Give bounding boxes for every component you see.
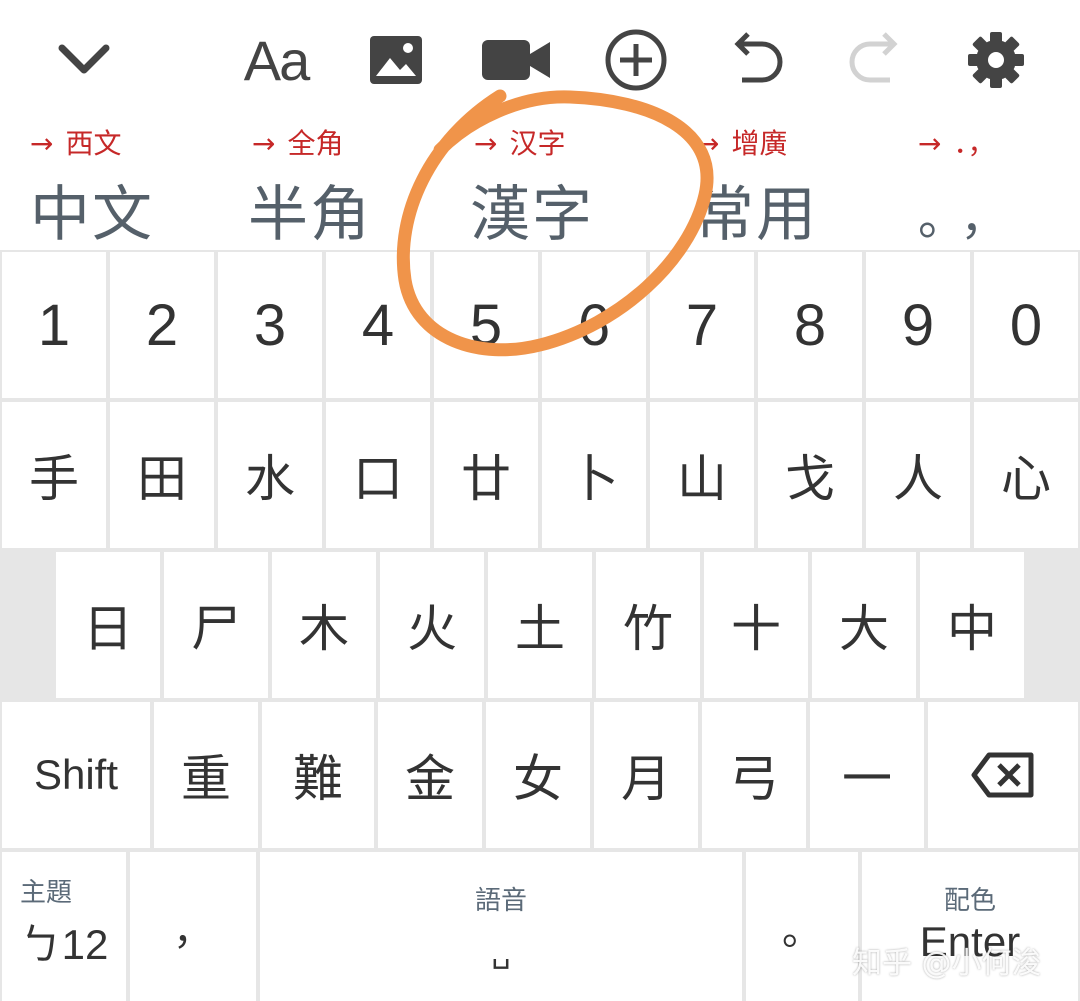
- key-row2[interactable]: 火: [380, 552, 484, 698]
- key-row2[interactable]: 中: [920, 552, 1024, 698]
- mode-hint-text: 全角: [287, 127, 344, 160]
- voice-sublabel: 語音: [474, 886, 527, 916]
- key-row1[interactable]: 山: [650, 402, 754, 548]
- hint-arrow: →: [696, 127, 720, 160]
- key-row3[interactable]: 一: [810, 702, 924, 848]
- mode-traditional[interactable]: → 汉字 漢字: [470, 118, 674, 250]
- key-row3[interactable]: 重: [154, 702, 258, 848]
- mode-hint: → 增廣: [696, 122, 787, 162]
- add-button[interactable]: [596, 22, 676, 98]
- hint-arrow: →: [252, 127, 276, 160]
- undo-icon: [734, 32, 783, 83]
- video-camera-icon: [482, 40, 550, 80]
- key-5[interactable]: 5: [434, 252, 538, 398]
- mode-hint-text: 西文: [65, 127, 122, 160]
- mode-hint-text: ．，: [953, 127, 996, 160]
- key-4[interactable]: 4: [326, 252, 430, 398]
- key-row1[interactable]: 口: [326, 402, 430, 548]
- key-3[interactable]: 3: [218, 252, 322, 398]
- key-row1[interactable]: 手: [2, 402, 106, 548]
- undo-button[interactable]: [716, 22, 796, 98]
- key-row2[interactable]: 竹: [596, 552, 700, 698]
- key-row2[interactable]: 土: [488, 552, 592, 698]
- video-button[interactable]: [476, 22, 556, 98]
- mode-hint: → ．，: [918, 122, 995, 162]
- chevron-down-icon: [58, 44, 110, 74]
- comma-label: ，: [173, 907, 213, 954]
- mode-label: 常用: [694, 180, 818, 250]
- theme-sublabel: 主題: [20, 878, 73, 908]
- key-1[interactable]: 1: [2, 252, 106, 398]
- key-row2[interactable]: 大: [812, 552, 916, 698]
- hint-arrow: →: [918, 127, 942, 160]
- image-icon: [370, 36, 422, 84]
- mode-label: 中文: [30, 180, 154, 250]
- key-row2[interactable]: 十: [704, 552, 808, 698]
- key-row1[interactable]: 水: [218, 402, 322, 548]
- key-row3[interactable]: 月: [594, 702, 698, 848]
- mode-halfwidth[interactable]: → 全角 半角: [248, 118, 452, 250]
- key-row2[interactable]: 木: [272, 552, 376, 698]
- key-6[interactable]: 6: [542, 252, 646, 398]
- mode-hint-text: 增廣: [731, 127, 788, 160]
- keyboard-toolbar: Aa: [0, 0, 1080, 118]
- key-row2[interactable]: 日: [56, 552, 160, 698]
- hint-arrow: →: [30, 127, 54, 160]
- add-circle-icon: [605, 29, 667, 91]
- key-9[interactable]: 9: [866, 252, 970, 398]
- settings-button[interactable]: [956, 22, 1036, 98]
- key-row1[interactable]: 卜: [542, 402, 646, 548]
- collapse-keyboard-button[interactable]: [44, 22, 124, 98]
- mode-hint: → 西文: [30, 122, 121, 162]
- key-row3[interactable]: 金: [378, 702, 482, 848]
- image-button[interactable]: [356, 22, 436, 98]
- redo-button[interactable]: [836, 22, 916, 98]
- mode-hint-text: 汉字: [509, 127, 566, 160]
- key-row1[interactable]: 田: [110, 402, 214, 548]
- mode-label: 半角: [248, 180, 372, 250]
- key-2[interactable]: 2: [110, 252, 214, 398]
- mode-switch-row: → 西文 中文 → 全角 半角 → 汉字 漢字 → 增廣 常用 → ．， 。，: [0, 118, 1080, 250]
- mode-label: 漢字: [470, 180, 594, 250]
- comma-key[interactable]: ，: [130, 852, 256, 1001]
- mode-chinese[interactable]: → 西文 中文: [30, 118, 230, 250]
- key-row1[interactable]: 廿: [434, 402, 538, 548]
- key-row3[interactable]: 弓: [702, 702, 806, 848]
- theme-switch-key[interactable]: 主題 ㄅ12: [2, 852, 126, 1001]
- period-key[interactable]: 。: [746, 852, 858, 1001]
- mode-hint: → 汉字: [474, 122, 565, 162]
- mode-label: 。，: [918, 190, 1027, 246]
- mode-hint: → 全角: [252, 122, 343, 162]
- redo-icon: [849, 32, 898, 83]
- mode-common[interactable]: → 增廣 常用: [694, 118, 896, 250]
- key-row1[interactable]: 人: [866, 402, 970, 548]
- font-button[interactable]: Aa: [236, 22, 316, 98]
- backspace-icon: [971, 752, 1034, 798]
- key-7[interactable]: 7: [650, 252, 754, 398]
- color-sublabel: 配色: [943, 886, 996, 916]
- backspace-key[interactable]: [928, 702, 1078, 848]
- font-label: Aa: [243, 28, 310, 92]
- space-symbol: ␣: [491, 935, 511, 970]
- key-row2[interactable]: 尸: [164, 552, 268, 698]
- mode-punctuation[interactable]: → ．， 。，: [918, 118, 1080, 250]
- key-row3[interactable]: 難: [262, 702, 374, 848]
- key-row3[interactable]: 女: [486, 702, 590, 848]
- watermark: 知乎 @小何浚: [852, 946, 1042, 981]
- keyboard: 1 2 3 4 5 6 7 8 9 0 手 田 水 口 廿 卜 山 戈 人 心 …: [0, 250, 1080, 1001]
- hint-arrow: →: [474, 127, 498, 160]
- switch-label: ㄅ12: [19, 921, 109, 968]
- key-8[interactable]: 8: [758, 252, 862, 398]
- key-row1[interactable]: 戈: [758, 402, 862, 548]
- gear-icon: [968, 32, 1024, 88]
- space-key[interactable]: 語音 ␣: [260, 852, 742, 1001]
- key-0[interactable]: 0: [974, 252, 1078, 398]
- shift-key[interactable]: Shift: [2, 702, 150, 848]
- key-row1[interactable]: 心: [974, 402, 1078, 548]
- period-label: 。: [782, 907, 822, 954]
